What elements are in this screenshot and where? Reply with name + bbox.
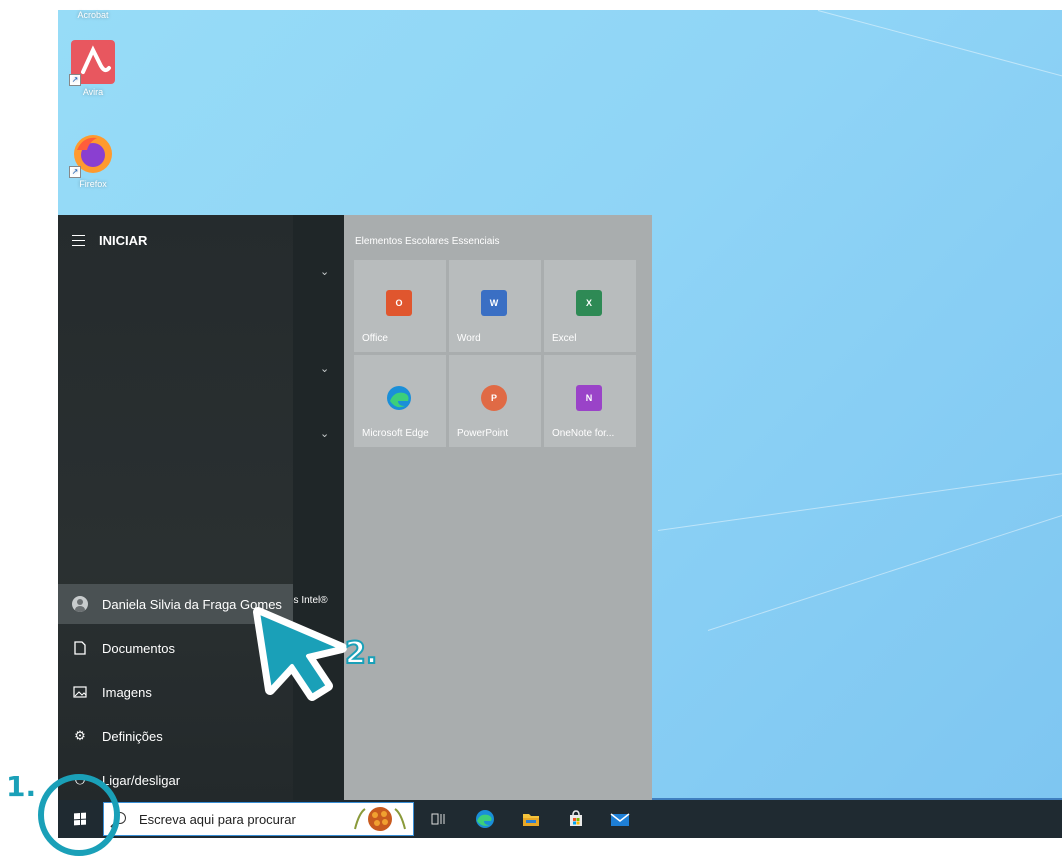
document-icon <box>58 641 102 655</box>
tile-label: Office <box>362 333 388 344</box>
step-1-highlight-circle <box>38 774 120 856</box>
tile-label: OneNote for... <box>552 428 615 439</box>
pictures-icon <box>58 686 102 698</box>
chevron-down-icon[interactable]: ⌄ <box>320 362 329 375</box>
tile-office[interactable]: O Office <box>354 260 446 352</box>
word-icon: W <box>481 290 507 316</box>
tile-word[interactable]: W Word <box>449 260 541 352</box>
desktop-icon-label: Avira <box>82 87 104 97</box>
desktop-icon-label: Firefox <box>79 179 107 189</box>
step-1-label: 1. <box>6 770 37 803</box>
avira-icon: ↗ <box>69 40 115 86</box>
side-item-settings[interactable]: ⚙ Definições <box>58 716 293 756</box>
wallpaper-light-beam <box>657 471 1062 531</box>
side-item-label: Documentos <box>102 640 175 656</box>
taskbar-search-box[interactable]: Escreva aqui para procurar <box>103 802 414 836</box>
tile-excel[interactable]: X Excel <box>544 260 636 352</box>
start-menu-app-list <box>293 215 344 800</box>
step-2-label: 2. <box>344 635 378 672</box>
onenote-icon: N <box>576 385 602 411</box>
desktop-icon-avira[interactable]: ↗ Avira <box>60 40 126 97</box>
shortcut-arrow-icon: ↗ <box>69 166 81 178</box>
mail-icon[interactable] <box>609 808 631 830</box>
tile-label: Excel <box>552 333 577 344</box>
start-menu-title: INICIAR <box>99 233 148 248</box>
tile-label: PowerPoint <box>457 428 509 439</box>
side-item-label: Ligar/desligar <box>102 772 181 788</box>
desktop-icon-acrobat[interactable]: Acrobat <box>60 10 126 20</box>
edge-icon <box>386 385 412 411</box>
user-avatar-icon <box>72 596 88 612</box>
tile-onenote[interactable]: N OneNote for... <box>544 355 636 447</box>
cursor-arrow-icon <box>253 607 347 701</box>
settings-gear-icon: ⚙ <box>74 728 86 743</box>
user-avatar-icon-wrap <box>58 596 102 612</box>
firefox-icon: ↗ <box>69 132 115 178</box>
excel-icon: X <box>576 290 602 316</box>
chevron-down-icon[interactable]: ⌄ <box>320 427 329 440</box>
powerpoint-icon: P <box>481 385 507 411</box>
search-highlight-art-icon <box>354 807 406 831</box>
office-icon: O <box>386 290 412 316</box>
tile-label: Microsoft Edge <box>362 428 429 439</box>
file-explorer-icon[interactable] <box>520 808 542 830</box>
task-view-icon[interactable] <box>427 808 449 830</box>
store-icon[interactable] <box>565 808 587 830</box>
start-menu-tiles-pane: Elementos Escolares Essenciais O Office … <box>344 215 652 800</box>
start-menu: Elementos Escolares Essenciais O Office … <box>58 215 652 800</box>
shortcut-arrow-icon: ↗ <box>69 74 81 86</box>
desktop-icon-label: Acrobat <box>77 10 109 20</box>
start-menu-header[interactable]: INICIAR <box>72 233 147 248</box>
side-item-label: Imagens <box>102 684 152 700</box>
tile-powerpoint[interactable]: P PowerPoint <box>449 355 541 447</box>
hamburger-menu-icon <box>72 235 85 246</box>
side-item-label: Definições <box>102 728 163 744</box>
desktop-icon-firefox[interactable]: ↗ Firefox <box>60 132 126 189</box>
chevron-down-icon[interactable]: ⌄ <box>320 265 329 278</box>
wallpaper-light-beam <box>817 10 1062 89</box>
tile-label: Word <box>457 333 481 344</box>
edge-icon[interactable] <box>474 808 496 830</box>
tile-microsoft-edge[interactable]: Microsoft Edge <box>354 355 446 447</box>
wallpaper-light-beam <box>707 506 1062 631</box>
start-menu-left-pane <box>58 215 293 800</box>
tiles-group-title: Elementos Escolares Essenciais <box>355 236 500 247</box>
search-placeholder: Escreva aqui para procurar <box>139 812 296 827</box>
